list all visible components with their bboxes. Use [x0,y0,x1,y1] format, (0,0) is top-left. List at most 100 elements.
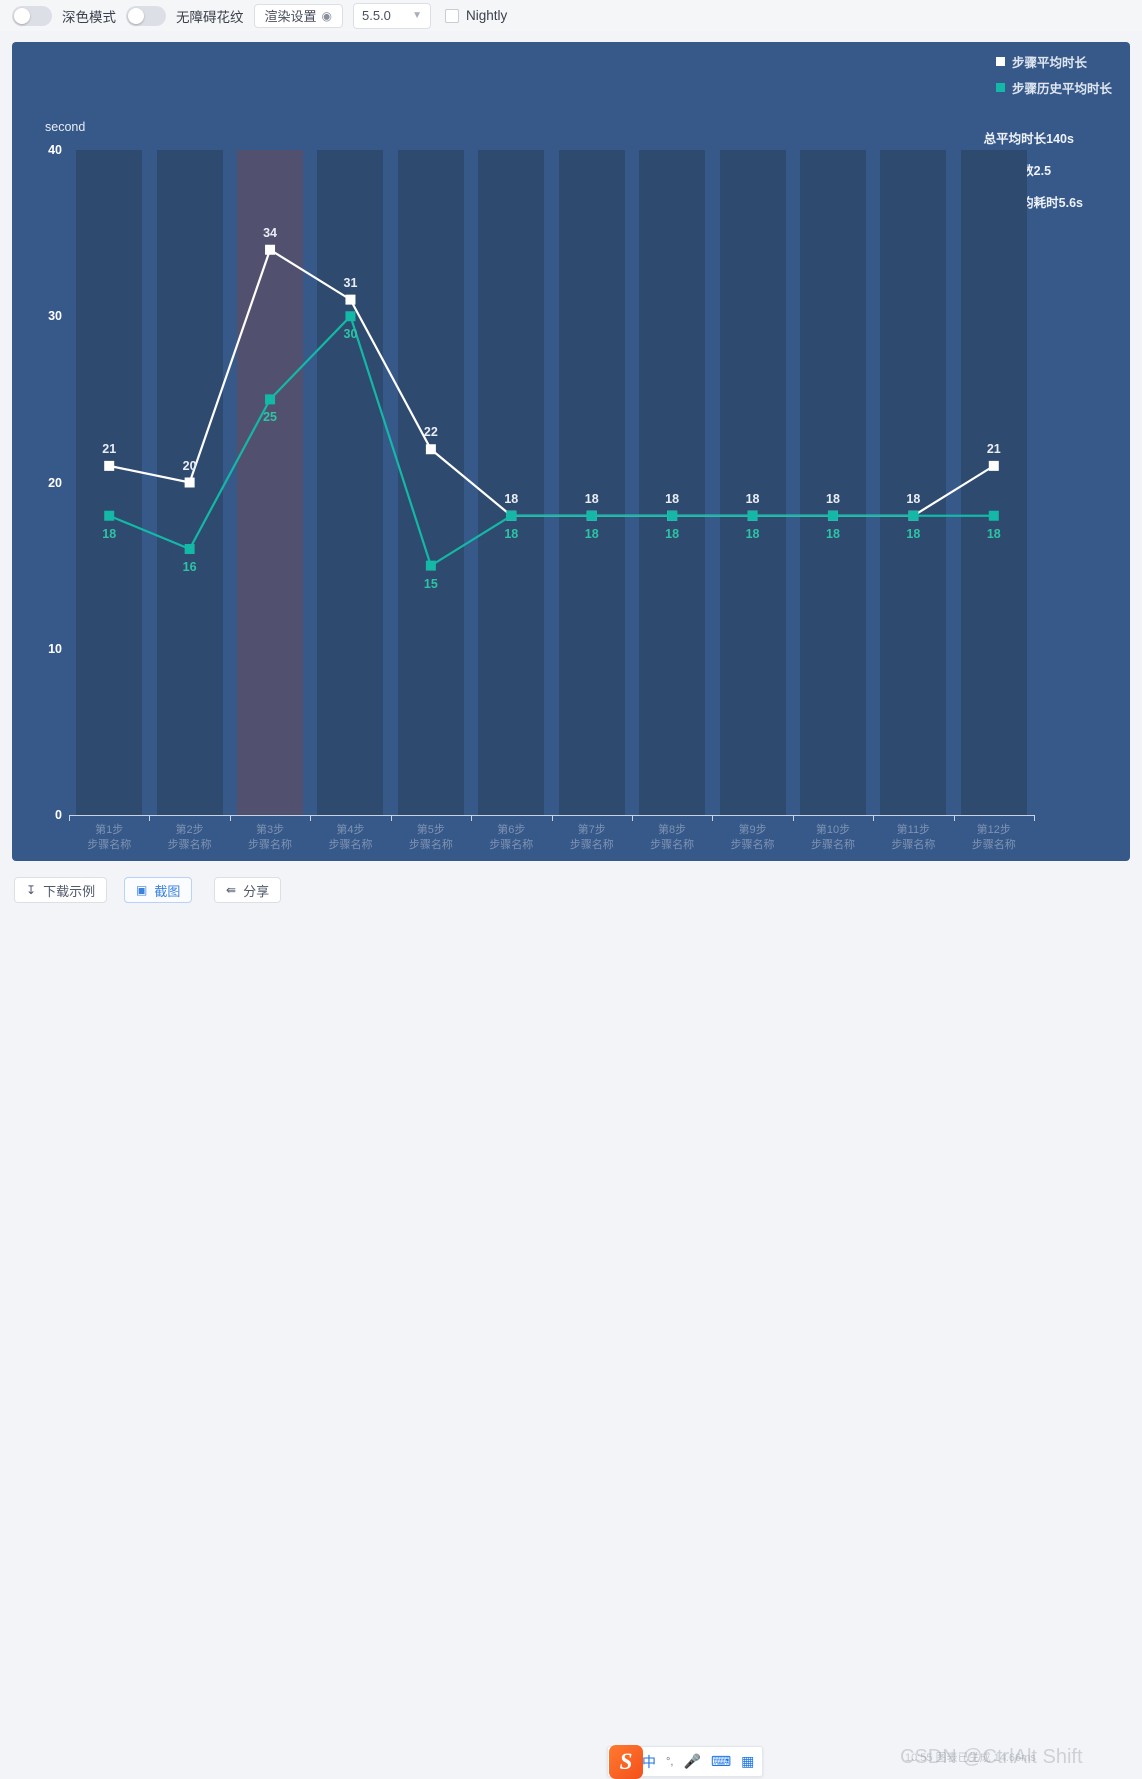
download-label: 下载示例 [43,883,96,899]
gear-icon: ◉ [321,8,332,23]
x-axis-tick [310,815,312,821]
download-icon: ↧ [26,883,37,897]
dark-mode-toggle[interactable] [12,5,52,26]
x-label-bottom: 步骤名称 [569,838,614,851]
download-example-button[interactable]: ↧ 下载示例 [14,877,108,903]
data-point-label: 20 [182,458,197,473]
x-axis-tick [953,815,955,821]
y-axis-ticks: 0 10 20 30 40 [12,143,62,822]
microphone-icon[interactable]: 🎤 [683,1753,700,1770]
data-point-label: 22 [423,425,438,440]
data-point-label: 34 [263,225,277,240]
x-axis-tick [69,815,70,821]
camera-icon: ▣ [136,883,148,897]
legend-label: 步骤历史平均时长 [1011,82,1112,96]
keyboard-icon[interactable]: ⌨ [711,1753,731,1770]
category-band [317,150,384,815]
category-band [719,150,786,815]
x-axis-label: 第10步步骤名称 [793,823,873,852]
nightly-checkbox-wrap[interactable]: Nightly [445,8,507,23]
data-zoom-tip: ⋯ [316,857,326,861]
ime-punctuation-button[interactable]: °, [666,1756,673,1768]
x-label-bottom: 步骤名称 [650,838,695,851]
x-axis-tick [471,815,473,821]
data-point-label: 18 [745,491,760,506]
annotation-total-duration: 总平均时长140s [983,132,1074,146]
nightly-checkbox[interactable] [445,8,459,23]
legend-marker [995,57,1005,66]
version-value: 5.5.0 [362,8,391,23]
share-icon: ⇚ [226,883,237,897]
category-band [156,150,223,815]
watermark-text: CSDN @CtrlAlt Shift [900,1746,1083,1768]
x-label-bottom: 步骤名称 [810,838,855,851]
category-band [960,150,1027,815]
x-label-bottom: 步骤名称 [167,838,212,851]
category-band [880,150,947,815]
x-label-bottom: 步骤名称 [489,838,534,851]
ime-toolbar[interactable]: S 中 °, 🎤 ⌨ ▦ [607,1745,763,1779]
category-band [237,150,303,815]
screenshot-button[interactable]: ▣ 截图 [124,877,193,903]
category-band [397,150,464,815]
share-label: 分享 [243,883,270,899]
legend-item-series-1[interactable]: 步骤历史平均时长 [995,78,1112,97]
chevron-down-icon: ▼ [412,10,422,21]
dark-mode-label: 深色模式 [62,9,116,25]
data-point-label: 18 [906,526,921,541]
render-settings-button[interactable]: 渲染设置 ◉ [253,3,343,28]
data-point-label: 18 [745,526,760,541]
x-label-top: 第9步 [738,824,767,836]
data-point-label: 18 [826,526,840,541]
x-label-bottom: 步骤名称 [891,838,936,851]
x-axis-label: 第12步 步骤名称 [954,823,1034,852]
x-label-top: 第3步 [255,824,285,836]
x-axis-tick [792,815,794,821]
x-label-top: 第2步 [175,824,204,836]
x-label-top: 第12步 [976,824,1011,836]
data-point-label: 18 [665,526,680,541]
x-axis-tick [229,815,231,821]
data-point-label: 18 [504,526,519,541]
category-band [478,150,545,815]
apps-grid-icon[interactable]: ▦ [741,1753,754,1770]
x-label-top: 第10步 [815,824,851,836]
x-label-top: 第5步 [416,824,445,836]
x-axis-label: 第7步步骤名称 [552,823,632,852]
data-point-label: 18 [826,491,840,506]
data-point-label: 16 [182,560,197,574]
ime-mode-button[interactable]: 中 [642,1752,656,1772]
x-label-bottom: 步骤名称 [248,838,293,851]
x-label-bottom: 步骤名称 [328,838,373,851]
version-select[interactable]: 5.5.0 ▼ [353,2,431,29]
x-axis-tick [390,815,392,821]
data-point-label: 18 [665,491,680,506]
accessibility-toggle[interactable] [126,5,166,26]
x-label-top: 第4步 [336,824,365,836]
x-axis-tick [551,815,553,821]
y-axis-tick-label: 20 [48,475,62,490]
legend-item-series-0[interactable]: 步骤平均时长 [995,52,1112,71]
category-band [639,150,706,815]
x-axis-label: 第9步 步骤名称 [712,823,792,852]
x-label-top: 第7步 [577,824,606,836]
data-point-label: 21 [986,441,1001,456]
y-axis-tick-label: 0 [55,808,62,822]
render-settings-label: 渲染设置 [264,9,317,24]
x-axis-tick-marks [69,815,1035,821]
legend-marker [995,83,1005,92]
x-axis-label: 第8步 步骤名称 [632,823,712,852]
x-axis-tick [712,815,714,821]
data-point-label: 21 [102,441,117,456]
data-point-label: 18 [986,526,1001,541]
x-axis-label: 第6步 步骤名称 [471,823,551,852]
x-axis-label: 第11步 步骤名称 [873,823,953,852]
category-band [799,150,866,815]
share-button[interactable]: ⇚ 分享 [214,877,282,903]
sogou-logo-icon[interactable]: S [609,1745,643,1779]
plot-area [69,150,1034,815]
data-point-label: 15 [423,576,438,591]
x-axis-label: 第1步 步骤名称 [69,823,149,852]
x-label-bottom: 步骤名称 [87,838,132,851]
x-axis-tick [149,815,151,821]
